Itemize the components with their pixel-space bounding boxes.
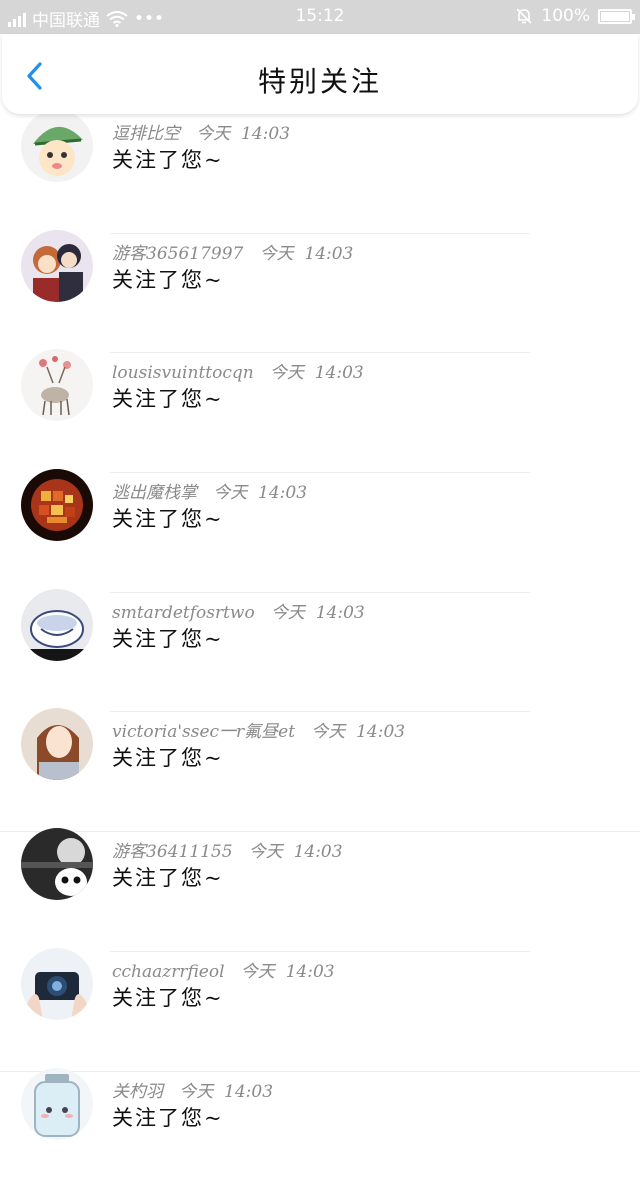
avatar-image xyxy=(21,230,93,302)
user-name: cchaazrrfieol xyxy=(112,962,225,982)
user-name: 逗排比空 xyxy=(112,124,180,144)
item-date: 今天 xyxy=(271,603,305,623)
nav-bar: 特别关注 xyxy=(2,34,638,114)
user-name: 关杓羽 xyxy=(112,1082,163,1102)
item-meta: 关杓羽 今天 14:03 xyxy=(112,1077,273,1102)
item-meta: smtardetfosrtwo 今天 14:03 xyxy=(112,598,365,623)
item-time: 14:03 xyxy=(224,1082,273,1102)
battery-fill xyxy=(601,12,629,21)
item-time: 14:03 xyxy=(315,363,364,383)
page-title: 特别关注 xyxy=(2,60,638,100)
item-date: 今天 xyxy=(213,483,247,503)
avatar[interactable] xyxy=(21,349,93,421)
follow-list: 逗排比空 今天 14:03 关注了您~ 游客365617997 今天 14:03… xyxy=(0,114,640,1191)
item-time: 14:03 xyxy=(294,842,343,862)
avatar[interactable] xyxy=(21,469,93,541)
avatar[interactable] xyxy=(21,230,93,302)
avatar-image xyxy=(21,1068,93,1140)
item-message: 关注了您~ xyxy=(112,1102,224,1132)
avatar-image xyxy=(21,708,93,780)
item-time: 14:03 xyxy=(258,483,307,503)
item-meta: lousisvuinttocqn 今天 14:03 xyxy=(112,358,364,383)
item-meta: victoria'ssec一r氟昼et 今天 14:03 xyxy=(112,717,405,742)
avatar-image xyxy=(21,349,93,421)
avatar-image xyxy=(21,110,93,182)
list-item-7[interactable]: 游客36411155 今天 14:03 关注了您~ xyxy=(0,832,640,952)
status-right: 100% xyxy=(515,6,632,26)
item-date: 今天 xyxy=(249,842,283,862)
avatar-image xyxy=(21,948,93,1020)
item-message: 关注了您~ xyxy=(112,264,224,294)
item-meta: cchaazrrfieol 今天 14:03 xyxy=(112,957,335,982)
item-meta: 游客365617997 今天 14:03 xyxy=(112,239,353,264)
list-item-6[interactable]: victoria'ssec一r氟昼et 今天 14:03 关注了您~ xyxy=(0,712,640,832)
item-date: 今天 xyxy=(196,124,230,144)
item-meta: 游客36411155 今天 14:03 xyxy=(112,837,343,862)
user-name: lousisvuinttocqn xyxy=(112,363,254,383)
avatar-image xyxy=(21,469,93,541)
item-message: 关注了您~ xyxy=(112,862,224,892)
item-date: 今天 xyxy=(241,962,275,982)
item-date: 今天 xyxy=(270,363,304,383)
list-item-5[interactable]: smtardetfosrtwo 今天 14:03 关注了您~ xyxy=(0,593,640,713)
battery-percent: 100% xyxy=(541,6,590,26)
item-message: 关注了您~ xyxy=(112,503,224,533)
bell-muted-icon xyxy=(515,7,533,25)
avatar-image xyxy=(21,828,93,900)
user-name: 逃出魔栈掌 xyxy=(112,483,197,503)
avatar[interactable] xyxy=(21,948,93,1020)
avatar[interactable] xyxy=(21,708,93,780)
item-meta: 逃出魔栈掌 今天 14:03 xyxy=(112,478,307,503)
item-time: 14:03 xyxy=(286,962,335,982)
item-message: 关注了您~ xyxy=(112,383,224,413)
list-item-4[interactable]: 逃出魔栈掌 今天 14:03 关注了您~ xyxy=(0,473,640,593)
avatar-image xyxy=(21,589,93,661)
item-message: 关注了您~ xyxy=(112,982,224,1012)
battery-icon xyxy=(598,9,632,24)
avatar[interactable] xyxy=(21,110,93,182)
user-name: victoria'ssec一r氟昼et xyxy=(112,722,295,742)
avatar[interactable] xyxy=(21,589,93,661)
list-item-8[interactable]: cchaazrrfieol 今天 14:03 关注了您~ xyxy=(0,952,640,1072)
list-item-3[interactable]: lousisvuinttocqn 今天 14:03 关注了您~ xyxy=(0,353,640,473)
list-item-2[interactable]: 游客365617997 今天 14:03 关注了您~ xyxy=(0,234,640,354)
item-date: 今天 xyxy=(260,244,294,264)
item-message: 关注了您~ xyxy=(112,623,224,653)
item-meta: 逗排比空 今天 14:03 xyxy=(112,119,290,144)
user-name: smtardetfosrtwo xyxy=(112,603,255,623)
item-message: 关注了您~ xyxy=(112,144,224,174)
status-bar: 中国联通 ••• 15:12 100% xyxy=(0,0,640,34)
avatar[interactable] xyxy=(21,1068,93,1140)
avatar[interactable] xyxy=(21,828,93,900)
user-name: 游客36411155 xyxy=(112,842,233,862)
list-item-1[interactable]: 逗排比空 今天 14:03 关注了您~ xyxy=(0,114,640,234)
item-time: 14:03 xyxy=(241,124,290,144)
item-message: 关注了您~ xyxy=(112,742,224,772)
item-time: 14:03 xyxy=(304,244,353,264)
list-item-9[interactable]: 关杓羽 今天 14:03 关注了您~ xyxy=(0,1072,640,1191)
item-date: 今天 xyxy=(179,1082,213,1102)
item-time: 14:03 xyxy=(316,603,365,623)
item-time: 14:03 xyxy=(356,722,405,742)
user-name: 游客365617997 xyxy=(112,244,243,264)
item-date: 今天 xyxy=(311,722,345,742)
